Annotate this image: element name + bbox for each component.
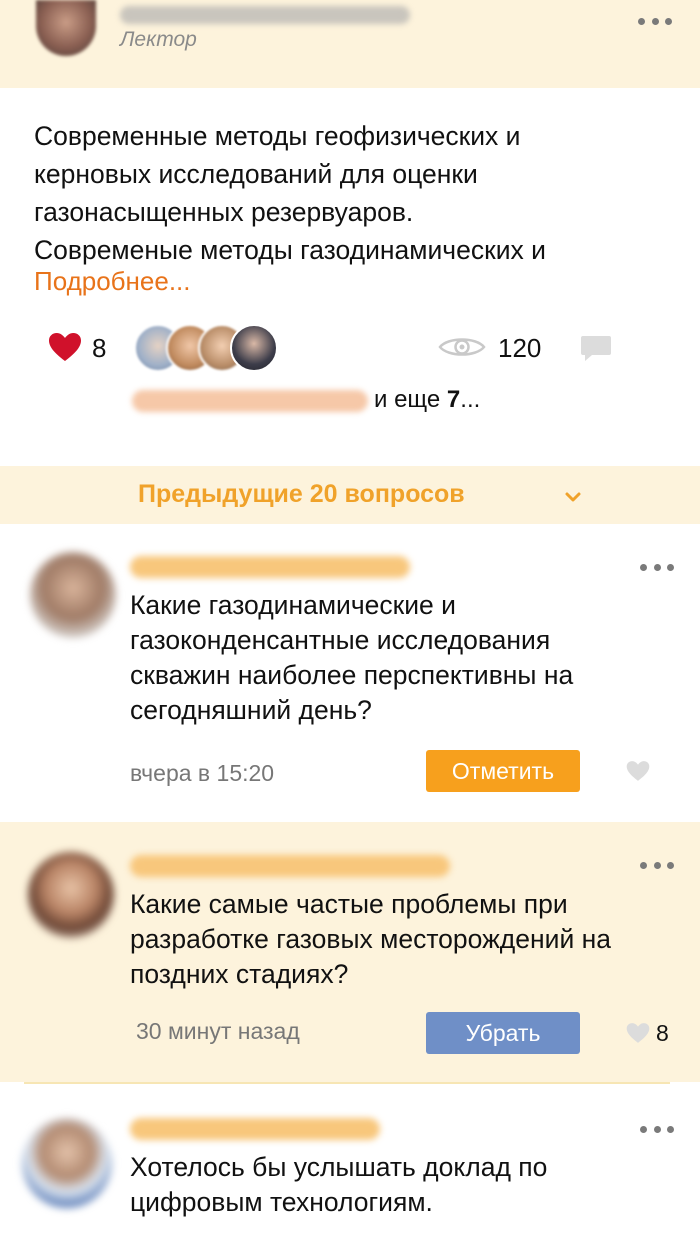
lecturer-name-blurred[interactable]	[120, 6, 410, 24]
heart-icon[interactable]	[48, 332, 82, 362]
like-count: 8	[92, 333, 107, 363]
question-like-count: 8	[656, 1020, 669, 1046]
question-text: Какие самые частые проблемы при разработ…	[130, 889, 611, 989]
divider	[24, 1082, 670, 1084]
comment-icon[interactable]	[580, 334, 612, 362]
more-options-icon[interactable]	[640, 1124, 674, 1134]
author-name-blurred[interactable]	[130, 556, 410, 578]
remove-button[interactable]: Убрать	[426, 1012, 580, 1054]
post-text-line: Современные методы геофизических и	[34, 121, 521, 151]
more-options-icon[interactable]	[640, 562, 674, 572]
more-options-icon[interactable]	[640, 860, 674, 870]
question-text: Какие газодинамические и газоконденсантн…	[130, 590, 574, 725]
post-text-line: Современые методы газодинамических и	[34, 235, 546, 265]
view-count: 120	[498, 333, 542, 363]
heart-icon[interactable]	[626, 760, 650, 782]
more-options-icon[interactable]	[638, 16, 672, 26]
author-name-blurred[interactable]	[130, 1118, 380, 1140]
author-avatar[interactable]	[28, 852, 114, 938]
previous-questions-label[interactable]: Предыдущие 20 вопросов	[138, 480, 465, 509]
author-name-blurred[interactable]	[130, 855, 450, 877]
read-more-link[interactable]: Подробнее...	[34, 266, 191, 297]
liker-avatar	[230, 324, 278, 372]
chevron-down-icon[interactable]	[562, 486, 584, 508]
post-text-line: газонасыщенных резервуаров.	[34, 197, 414, 227]
question-time: вчера в 15:20	[130, 760, 275, 786]
lecturer-role: Лектор	[120, 28, 197, 51]
eye-icon	[438, 338, 486, 356]
post-text: Современные методы геофизических и керно…	[34, 117, 654, 269]
post-text-line: керновых исследований для оценки	[34, 159, 478, 189]
author-avatar[interactable]	[30, 552, 116, 638]
question-time: 30 минут назад	[136, 1018, 300, 1044]
mark-button[interactable]: Отметить	[426, 750, 580, 792]
question-text: Хотелось бы услышать доклад по цифровым …	[130, 1152, 548, 1217]
heart-icon[interactable]	[626, 1022, 650, 1044]
likers-more-text[interactable]: и еще 7...	[374, 386, 480, 414]
likers-avatars[interactable]	[134, 324, 294, 372]
likers-names-blurred[interactable]	[132, 390, 368, 412]
author-avatar[interactable]	[22, 1118, 112, 1208]
